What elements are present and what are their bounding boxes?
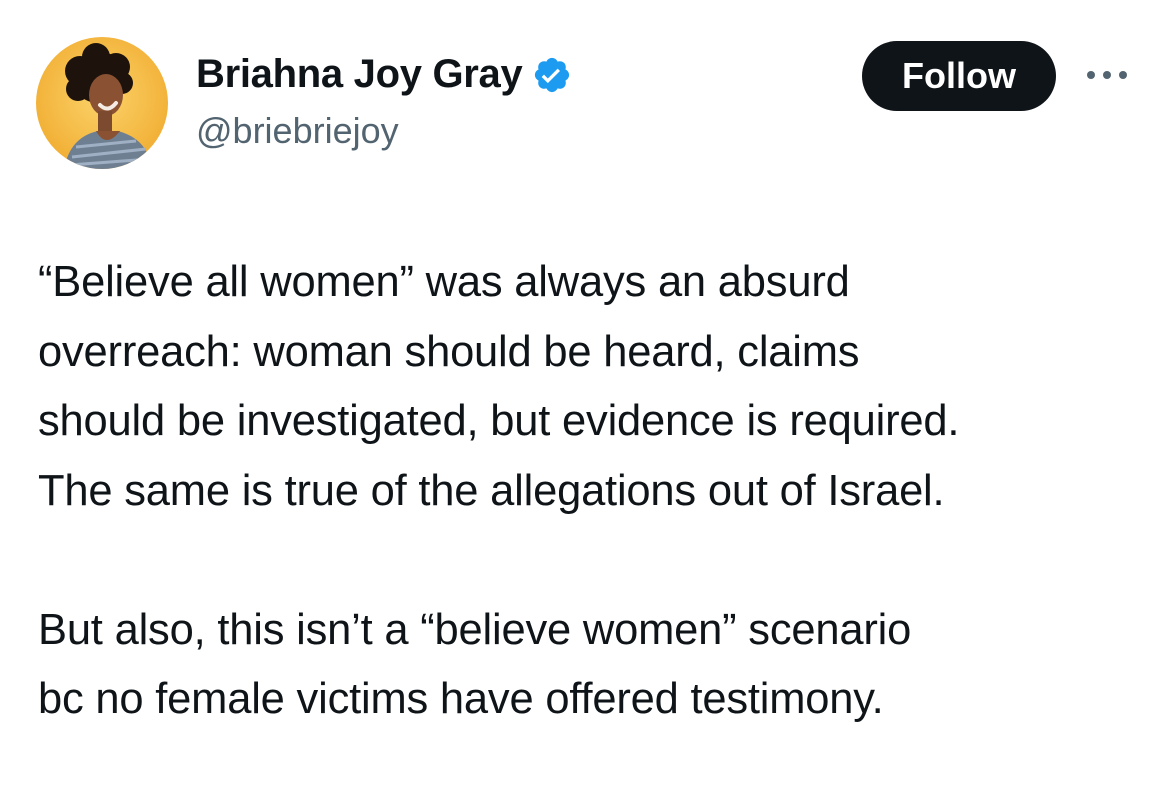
avatar-image bbox=[36, 37, 168, 169]
tweet-card: Briahna Joy Gray @briebriejoy Follow “Be… bbox=[0, 0, 1170, 789]
avatar[interactable] bbox=[36, 37, 168, 169]
tweet-line: overreach: woman should be heard, claims bbox=[38, 327, 860, 376]
tweet-paragraph: “Believe all women” was always an absurd… bbox=[38, 248, 1148, 526]
tweet-line: should be investigated, but evidence is … bbox=[38, 397, 960, 445]
tweet-line: bc no female victims have offered testim… bbox=[38, 675, 884, 723]
tweet-text: “Believe all women” was always an absurd… bbox=[38, 248, 1148, 735]
more-horizontal-icon bbox=[1087, 71, 1127, 79]
tweet-paragraph: But also, this isn’t a “believe women” s… bbox=[38, 596, 1148, 735]
author-name-row: Briahna Joy Gray bbox=[196, 52, 572, 97]
follow-button[interactable]: Follow bbox=[862, 41, 1056, 111]
more-options-button[interactable] bbox=[1082, 58, 1132, 92]
tweet-line: “Believe all women” was always an absurd bbox=[38, 258, 850, 306]
author-handle[interactable]: @briebriejoy bbox=[196, 110, 399, 152]
author-display-name[interactable]: Briahna Joy Gray bbox=[196, 52, 523, 97]
verified-badge-icon bbox=[532, 55, 572, 95]
tweet-line: The same is true of the allegations out … bbox=[38, 466, 945, 515]
tweet-line: But also, this isn’t a “believe women” s… bbox=[38, 605, 912, 654]
